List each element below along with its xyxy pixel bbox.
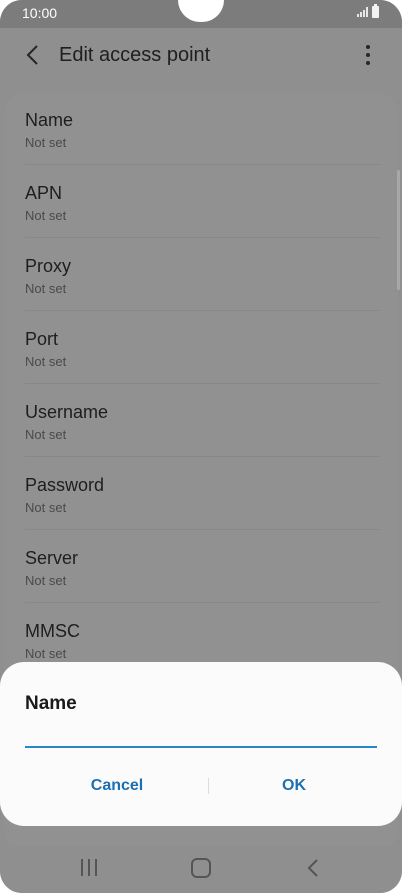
item-title: MMSC: [25, 621, 80, 641]
dialog-title: Name: [25, 693, 77, 714]
scrollbar[interactable]: [397, 170, 400, 290]
home-icon[interactable]: [191, 858, 211, 878]
navigation-bar: [0, 846, 402, 893]
nav-back-icon[interactable]: [306, 858, 320, 878]
item-title: Username: [25, 402, 109, 422]
list-item-port[interactable]: Port Not set: [25, 311, 380, 384]
ok-button[interactable]: OK: [204, 770, 384, 802]
more-vert-icon[interactable]: [358, 42, 378, 68]
signal-icon: [357, 7, 369, 17]
list-item-name[interactable]: Name Not set: [25, 92, 380, 165]
item-title: Port: [25, 329, 59, 349]
recent-apps-icon[interactable]: [79, 859, 99, 877]
item-title: Password: [25, 475, 105, 495]
list-item-username[interactable]: Username Not set: [25, 384, 380, 457]
name-input[interactable]: [25, 726, 377, 748]
item-title: Proxy: [25, 256, 72, 276]
item-value: Not set: [25, 281, 67, 296]
item-title: APN: [25, 183, 63, 203]
item-value: Not set: [25, 500, 67, 515]
item-value: Not set: [25, 354, 67, 369]
back-arrow-icon[interactable]: [24, 44, 44, 66]
phone-screen: 10:00 Edit access point Name Not set APN…: [0, 0, 402, 893]
list-item-server[interactable]: Server Not set: [25, 530, 380, 603]
name-dialog: Name Cancel OK: [0, 662, 402, 826]
item-title: Server: [25, 548, 79, 568]
item-value: Not set: [25, 135, 67, 150]
apn-settings-list: Name Not set APN Not set Proxy Not set P…: [0, 92, 402, 676]
item-value: Not set: [25, 573, 67, 588]
cancel-button[interactable]: Cancel: [27, 770, 207, 802]
list-item-apn[interactable]: APN Not set: [25, 165, 380, 238]
item-value: Not set: [25, 208, 67, 223]
item-value: Not set: [25, 427, 67, 442]
list-item-password[interactable]: Password Not set: [25, 457, 380, 530]
battery-icon: [372, 4, 379, 18]
status-time: 10:00: [22, 5, 58, 21]
list-item-proxy[interactable]: Proxy Not set: [25, 238, 380, 311]
app-bar: Edit access point: [0, 28, 402, 90]
item-title: Name: [25, 110, 74, 130]
item-value: Not set: [25, 646, 67, 661]
page-title: Edit access point: [59, 44, 211, 66]
